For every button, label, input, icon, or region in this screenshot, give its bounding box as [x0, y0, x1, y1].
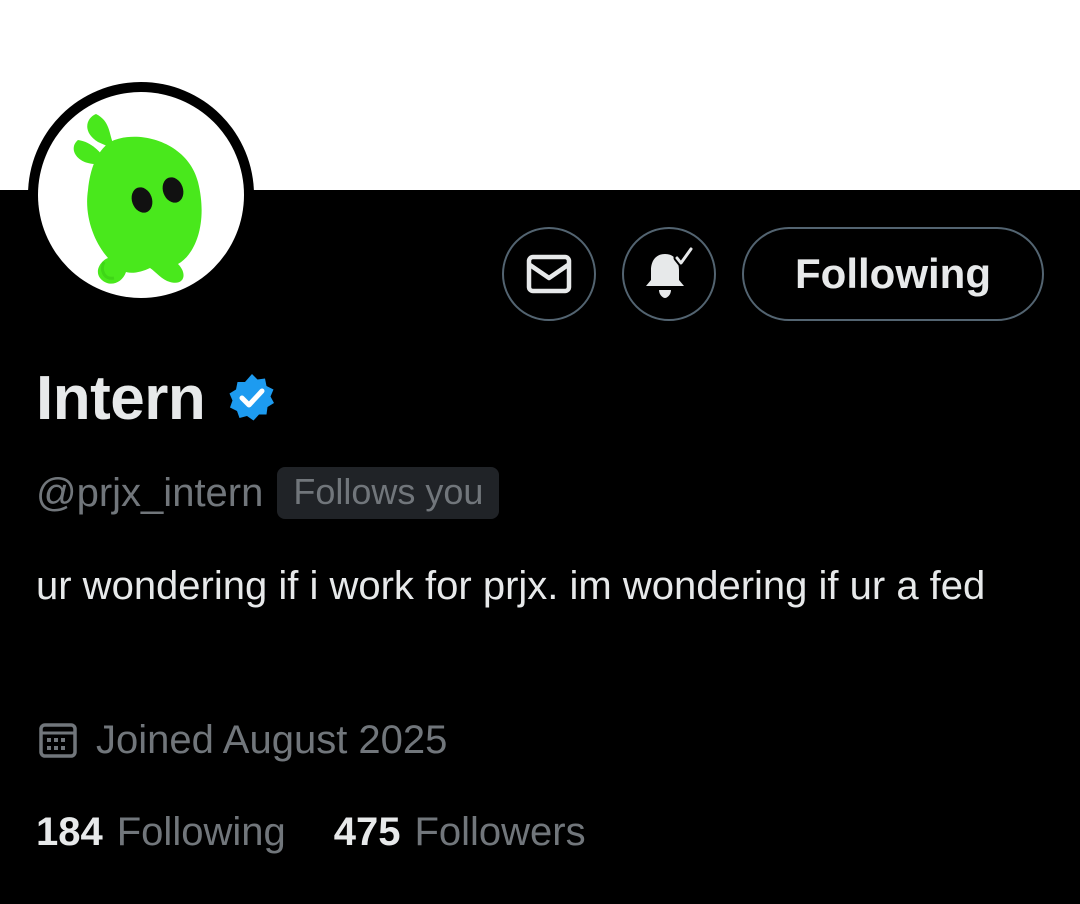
- bio: ur wondering if i work for prjx. im wond…: [36, 564, 986, 608]
- followers-label: Followers: [414, 809, 586, 854]
- avatar[interactable]: [28, 82, 254, 308]
- calendar-icon: [36, 718, 80, 762]
- message-button[interactable]: [502, 227, 596, 321]
- following-count: 184: [36, 809, 103, 854]
- joined-date-row: Joined August 2025: [36, 712, 447, 768]
- following-button[interactable]: Following: [742, 227, 1044, 321]
- bell-check-icon: [641, 246, 697, 302]
- follow-stats: 184 Following 475 Followers: [36, 804, 586, 860]
- notifications-button[interactable]: [622, 227, 716, 321]
- name-row: Intern: [36, 362, 279, 434]
- following-label: Following: [116, 809, 286, 854]
- green-blob-avatar-icon: [38, 92, 244, 298]
- handle: @prjx_intern: [36, 470, 264, 515]
- handle-row: @prjx_intern Follows you: [36, 466, 500, 520]
- followers-count: 475: [333, 809, 401, 854]
- follows-you-badge: Follows you: [277, 467, 500, 519]
- joined-date: Joined August 2025: [96, 717, 448, 762]
- display-name: Intern: [36, 363, 206, 433]
- envelope-icon: [524, 249, 574, 299]
- verified-badge-icon[interactable]: [225, 371, 279, 425]
- following-stat-link[interactable]: 184 Following: [36, 810, 286, 855]
- followers-stat-link[interactable]: 475 Followers: [334, 810, 586, 855]
